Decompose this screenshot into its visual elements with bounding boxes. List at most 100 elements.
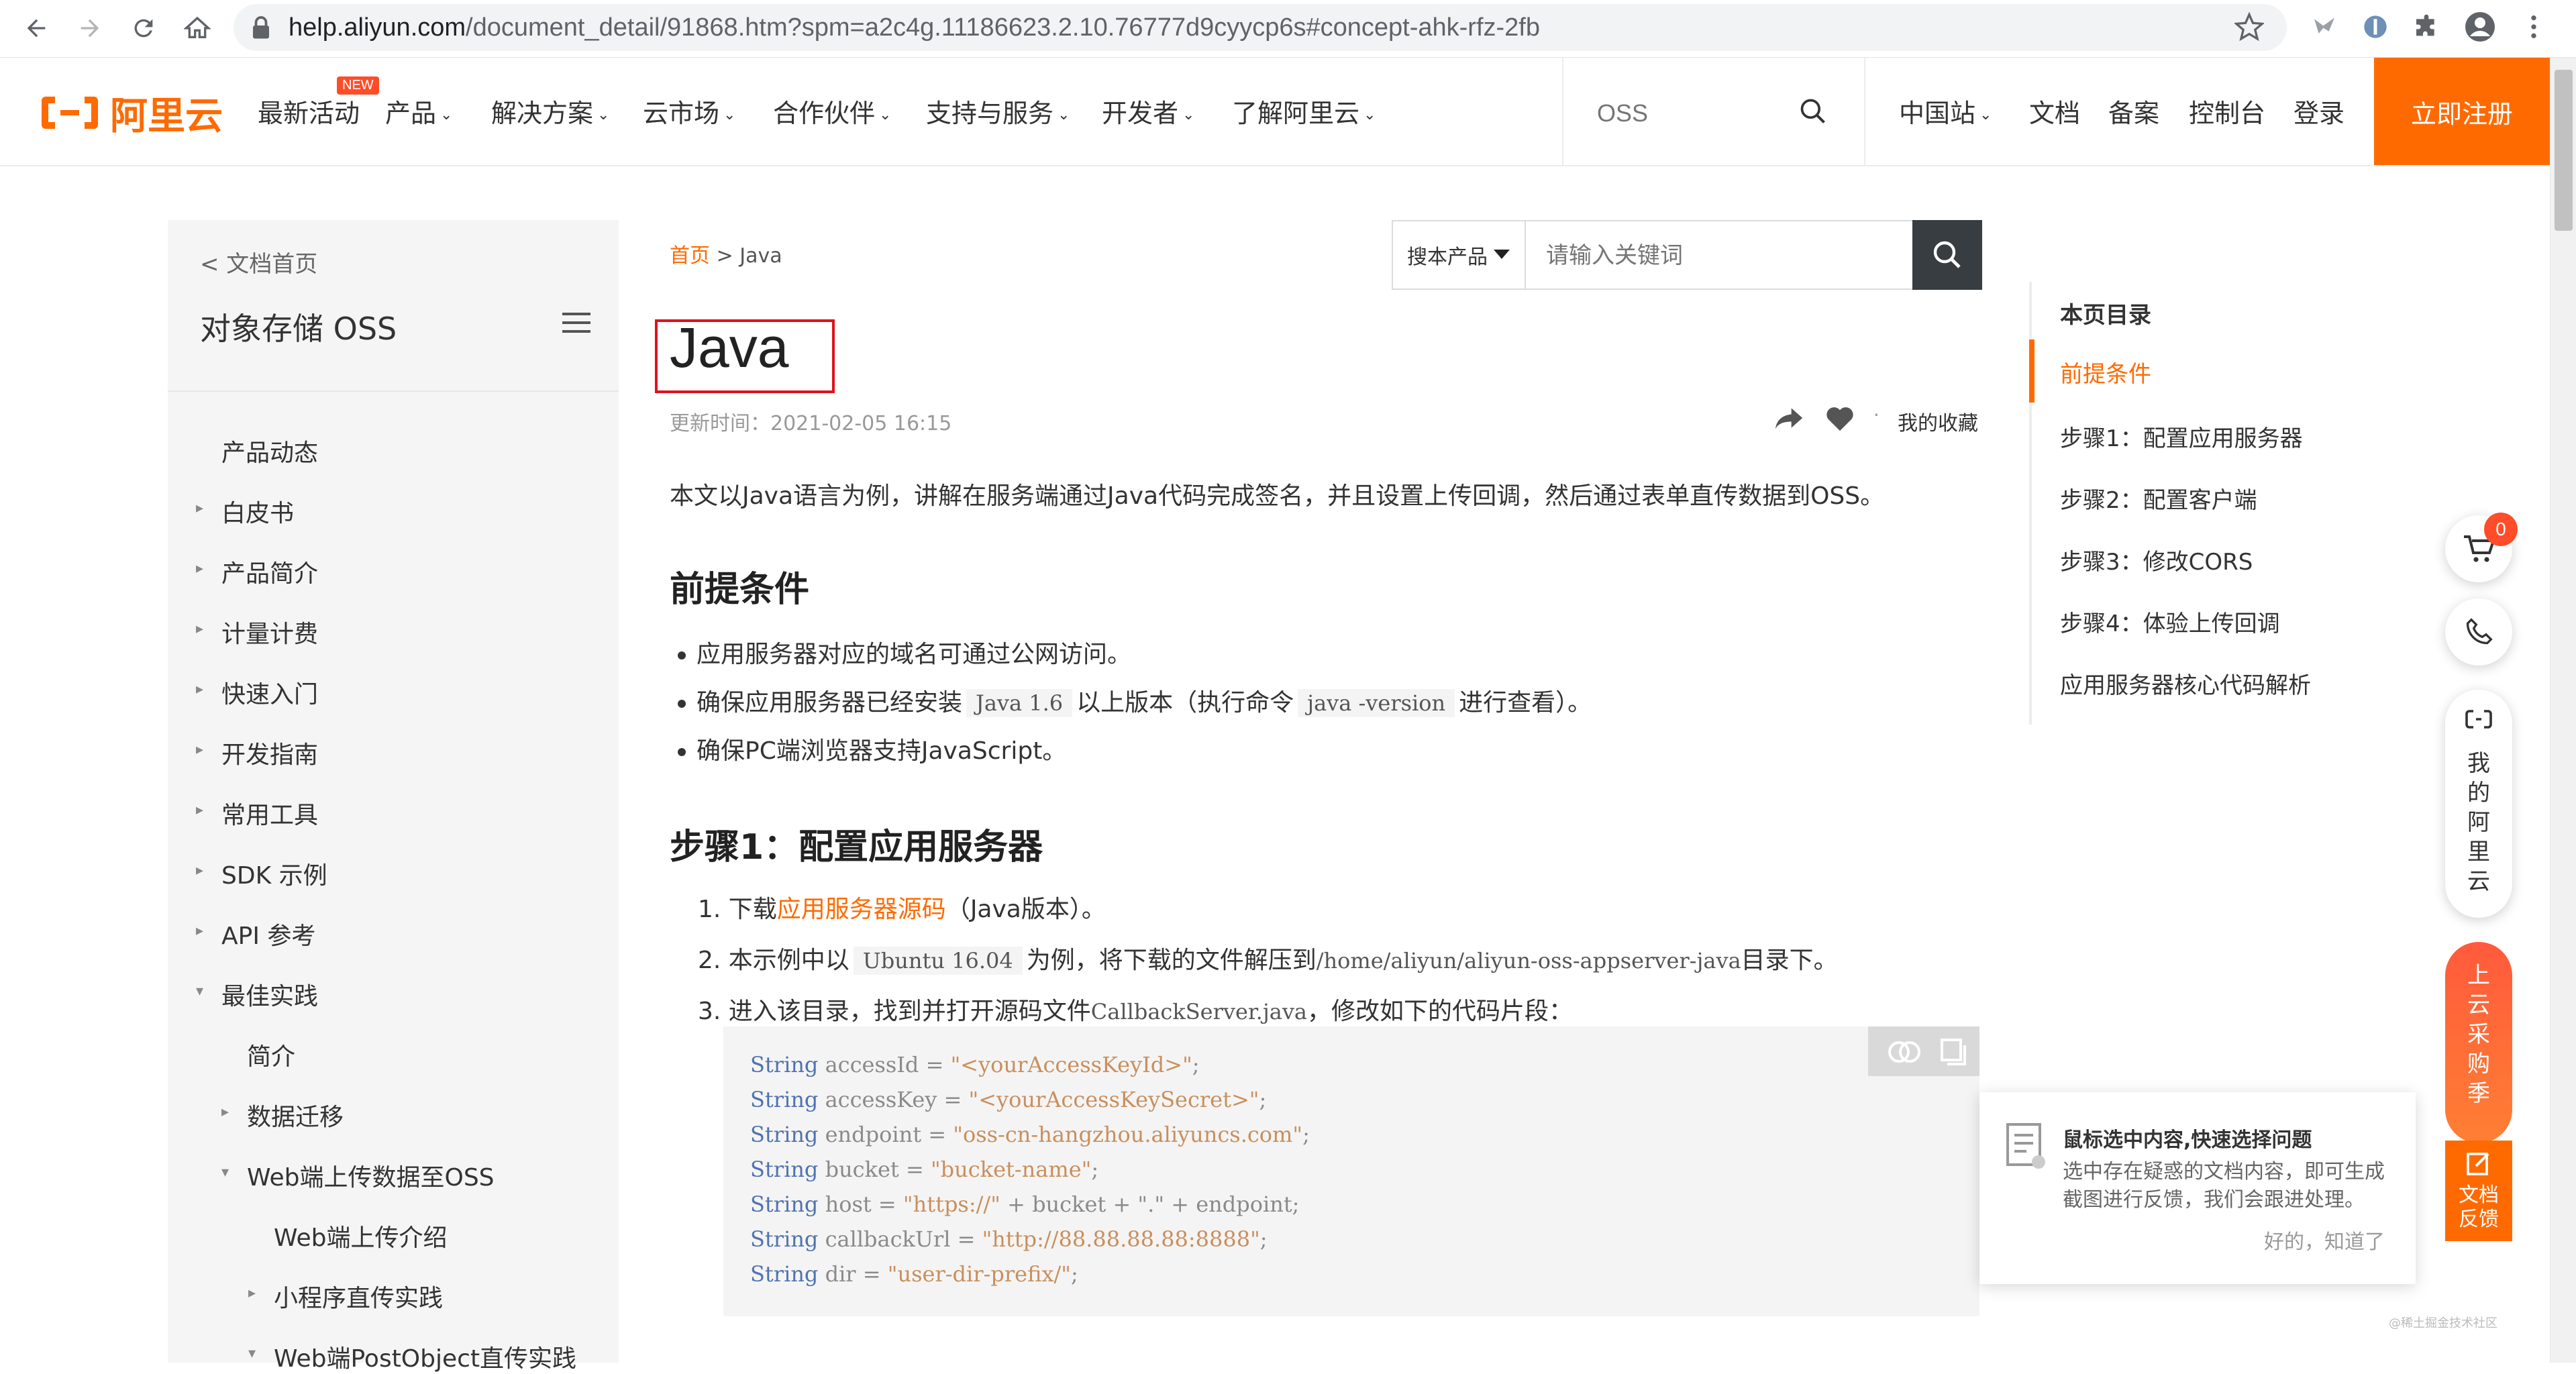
header-search-input[interactable] xyxy=(1596,98,1793,129)
browser-toolbar: help.aliyun.com/document_detail/91868.ht… xyxy=(0,0,2576,58)
sidebar-item[interactable]: ▸ 产品简介 xyxy=(196,554,318,589)
search-icon[interactable] xyxy=(1798,97,1828,129)
promo-label: 上云采购季 xyxy=(2467,962,2490,1107)
doc-feedback-button[interactable]: 文档 反馈 xyxy=(2445,1141,2512,1241)
my-favorites-link[interactable]: 我的收藏 xyxy=(1898,407,1978,436)
breadcrumb: 首页 > Java xyxy=(670,239,782,268)
sidebar-item[interactable]: ▸ 常用工具 xyxy=(196,796,318,831)
feedback-tip-card: 鼠标选中内容,快速选择问题 选中存在疑惑的文档内容，即可生成截图进行反馈，我们会… xyxy=(1979,1092,2416,1284)
nav-developer[interactable]: 开发者 ⌄ xyxy=(1102,93,1194,129)
browser-menu-icon[interactable] xyxy=(2515,8,2553,46)
toc-item[interactable]: 前提条件 xyxy=(2060,356,2151,388)
inline-code: java -version xyxy=(1298,689,1455,717)
my-aliyun-button[interactable]: 我的阿里云 xyxy=(2445,690,2512,918)
page-title: Java xyxy=(670,316,789,379)
doc-search-button[interactable] xyxy=(1912,220,1982,290)
aliyun-small-icon xyxy=(2465,708,2492,733)
sidebar-item[interactable]: ▸ 快速入门 xyxy=(196,675,318,710)
sidebar-item[interactable]: ▸ 计量计费 xyxy=(196,615,318,649)
header-search xyxy=(1562,58,1865,165)
toc-item[interactable]: 步骤3：修改CORS xyxy=(2060,543,2253,576)
caret-right-icon: ▸ xyxy=(196,681,204,698)
sidebar-item[interactable]: 简介 xyxy=(247,1037,295,1072)
chevron-down-icon: ⌄ xyxy=(1979,107,1992,123)
share-icon[interactable] xyxy=(1774,405,1804,433)
phone-icon xyxy=(2466,618,2493,645)
product-title: 对象存储 OSS xyxy=(200,311,397,347)
search-scope-select[interactable]: 搜本产品 xyxy=(1393,221,1526,288)
address-bar[interactable]: help.aliyun.com/document_detail/91868.ht… xyxy=(234,4,2287,51)
scrollbar-thumb[interactable] xyxy=(2555,70,2573,231)
nav-about[interactable]: 了解阿里云 ⌄ xyxy=(1232,93,1376,129)
nav-console[interactable]: 控制台 xyxy=(2189,93,2265,129)
list-item: 应用服务器对应的域名可通过公网访问。 xyxy=(678,635,1131,670)
nav-region[interactable]: 中国站 ⌄ xyxy=(1899,93,1992,129)
bullet-icon xyxy=(678,748,686,756)
nav-docs[interactable]: 文档 xyxy=(2029,93,2080,129)
home-icon[interactable] xyxy=(176,7,219,50)
sidebar-item[interactable]: ▸ 小程序直传实践 xyxy=(248,1279,443,1314)
code-block: String accessId = "<yourAccessKeyId>"; S… xyxy=(723,1026,1979,1316)
breadcrumb-home[interactable]: 首页 xyxy=(670,244,710,268)
nav-support[interactable]: 支持与服务 ⌄ xyxy=(926,93,1070,129)
doc-search-input[interactable] xyxy=(1545,240,1896,271)
hamburger-menu-icon[interactable] xyxy=(562,311,590,337)
aliyun-logo-icon xyxy=(42,97,98,129)
nav-solutions[interactable]: 解决方案 ⌄ xyxy=(491,93,609,129)
doc-home-link[interactable]: < 文档首页 xyxy=(200,246,317,278)
signup-button[interactable]: 立即注册 xyxy=(2374,58,2550,165)
source-code-link[interactable]: 应用服务器源码 xyxy=(777,896,946,923)
chevron-down-icon: ⌄ xyxy=(1182,107,1195,123)
sidebar-item[interactable]: ▸ 开发指南 xyxy=(196,735,318,770)
caret-right-icon: ▸ xyxy=(196,560,204,577)
chevron-down-icon: ⌄ xyxy=(879,107,892,123)
page-scrollbar[interactable] xyxy=(2550,58,2576,1363)
nav-login[interactable]: 登录 xyxy=(2294,93,2345,129)
reload-icon[interactable] xyxy=(122,7,165,50)
nav-marketplace[interactable]: 云市场 ⌄ xyxy=(643,93,735,129)
back-arrow-icon[interactable] xyxy=(15,7,58,50)
nav-icp[interactable]: 备案 xyxy=(2108,93,2159,129)
caret-right-icon: ▸ xyxy=(196,802,204,818)
url-text: help.aliyun.com/document_detail/91868.ht… xyxy=(289,13,1541,42)
theme-toggle-icon[interactable] xyxy=(1887,1040,1922,1067)
copy-icon[interactable] xyxy=(1941,1039,1966,1068)
list-item: 确保PC端浏览器支持JavaScript。 xyxy=(678,731,1066,766)
forward-arrow-icon[interactable] xyxy=(68,7,111,50)
intro-paragraph: 本文以Java语言为例，讲解在服务端通过Java代码完成签名，并且设置上传回调，… xyxy=(670,482,1885,510)
sidebar-item[interactable]: 产品动态 xyxy=(221,433,318,468)
logo-text: 阿里云 xyxy=(110,94,223,138)
caret-down-icon xyxy=(1494,250,1510,259)
caret-down-icon: ▾ xyxy=(196,983,204,1000)
nav-latest-activity[interactable]: 最新活动 xyxy=(258,93,360,129)
edit-icon xyxy=(2465,1150,2492,1179)
sidebar-item[interactable]: ▸ API 参考 xyxy=(196,916,315,951)
extensions-puzzle-icon[interactable] xyxy=(2408,8,2445,46)
feedback-label: 文档 反馈 xyxy=(2459,1183,2499,1231)
tip-dismiss-link[interactable]: 好的，知道了 xyxy=(2264,1225,2385,1255)
doc-search: 搜本产品 xyxy=(1392,220,1982,290)
toc-item[interactable]: 步骤2：配置客户端 xyxy=(2060,482,2257,515)
nav-partners[interactable]: 合作伙伴 ⌄ xyxy=(773,93,891,129)
profile-avatar-icon[interactable] xyxy=(2461,8,2499,46)
heart-icon[interactable] xyxy=(1825,405,1855,435)
separator-dot: · xyxy=(1873,404,1879,426)
extension-bird-icon[interactable] xyxy=(2306,8,2343,46)
bookmark-star-icon[interactable] xyxy=(2233,11,2265,44)
sidebar-item[interactable]: ▸ SDK 示例 xyxy=(196,856,327,891)
sidebar-item[interactable]: ▸ 数据迁移 xyxy=(221,1098,344,1132)
nav-products[interactable]: 产品 ⌄ xyxy=(385,93,452,129)
sidebar-item[interactable]: ▾ 最佳实践 xyxy=(196,977,318,1012)
sidebar-item[interactable]: ▾ Web端上传数据至OSS xyxy=(221,1158,495,1193)
promo-button[interactable]: 上云采购季 xyxy=(2445,942,2512,1143)
aliyun-logo[interactable]: 阿里云 xyxy=(39,90,223,138)
sidebar-item[interactable]: ▸ 白皮书 xyxy=(196,494,294,529)
sidebar-item[interactable]: Web端上传介绍 xyxy=(274,1218,448,1253)
toc-item[interactable]: 步骤4：体验上传回调 xyxy=(2060,605,2280,638)
toc-item[interactable]: 应用服务器核心代码解析 xyxy=(2060,667,2311,700)
code-toolbar xyxy=(1868,1026,1979,1076)
toc-item[interactable]: 步骤1：配置应用服务器 xyxy=(2060,420,2303,453)
extension-shield-icon[interactable] xyxy=(2357,8,2394,46)
phone-button[interactable] xyxy=(2445,598,2512,666)
sidebar-item[interactable]: ▾ Web端PostObject直传实践 xyxy=(248,1339,576,1374)
